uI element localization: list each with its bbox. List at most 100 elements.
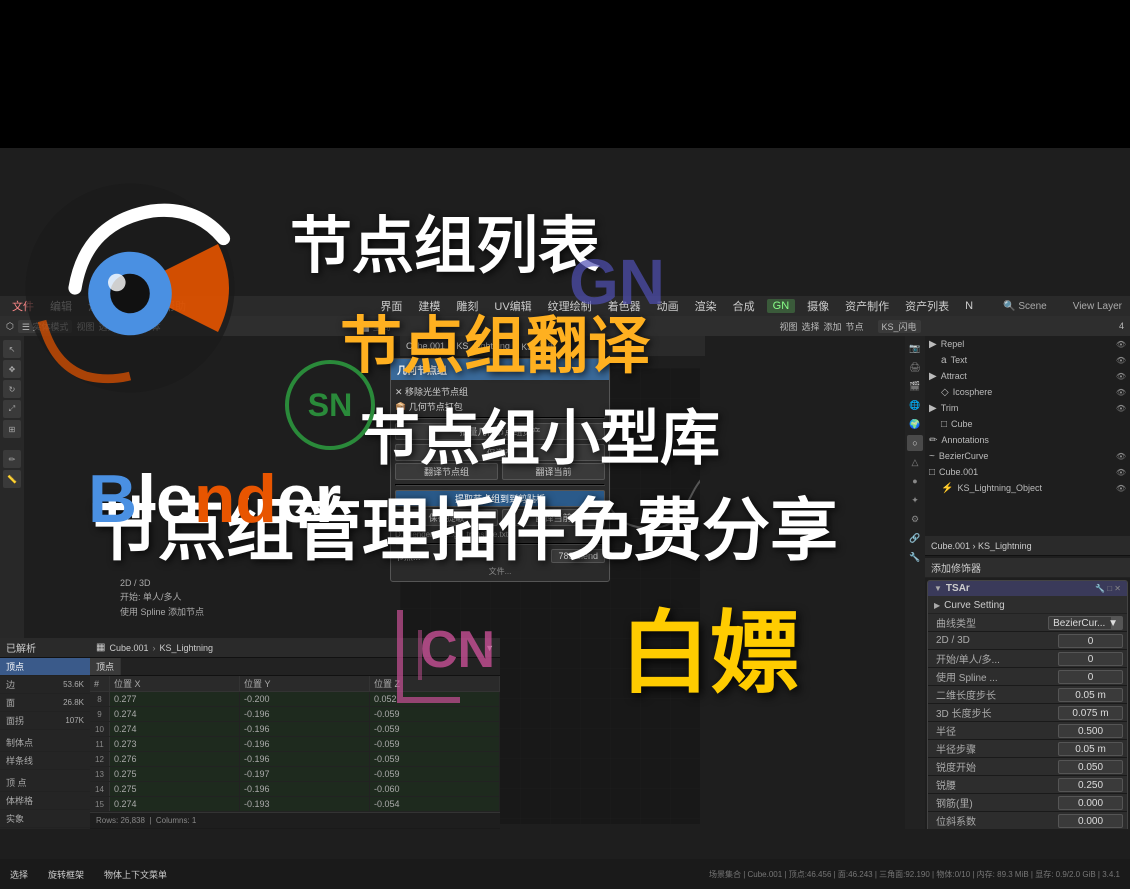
menu-composite[interactable]: 合成: [729, 298, 759, 314]
sidebar-annotate-icon[interactable]: ✏: [3, 450, 21, 468]
popup-translatecurrent2[interactable]: 翻译当前: [502, 509, 605, 526]
menu-shading[interactable]: 着色器: [604, 298, 645, 314]
menu-assetlist[interactable]: 资产列表: [901, 298, 953, 314]
ss-item-vert[interactable]: 顶点: [0, 658, 90, 676]
outliner-item-beziercurve[interactable]: ~BezierCurve 👁: [925, 448, 1130, 464]
val-spline[interactable]: 0: [1058, 670, 1123, 684]
cell-y: -0.197: [240, 767, 370, 781]
sidebar-transform-icon[interactable]: ⊞: [3, 420, 21, 438]
popup-row-save: 仅资产: [395, 443, 605, 462]
cell-y: -0.196: [240, 722, 370, 736]
status-transform[interactable]: 旋转框架: [48, 868, 84, 881]
status-select[interactable]: 选择: [10, 868, 28, 881]
prop-physics-icon[interactable]: ⚙: [907, 511, 923, 527]
prop-particles-icon[interactable]: ✦: [907, 492, 923, 508]
val-radius-step[interactable]: 0.05 m: [1058, 742, 1123, 756]
outliner-item-annotations[interactable]: ✏Annotations: [925, 432, 1130, 448]
val-start[interactable]: 0: [1058, 652, 1123, 666]
menu-ui[interactable]: 界面: [376, 298, 406, 314]
prop-world-icon[interactable]: 🌍: [907, 416, 923, 432]
prop-constraints-icon[interactable]: 🔗: [907, 530, 923, 546]
sidebar-move-icon[interactable]: ✥: [3, 360, 21, 378]
val-sharp-start[interactable]: 0.050: [1058, 760, 1123, 774]
popup-savecurrent[interactable]: 仅资产: [395, 444, 605, 461]
ss-item-voxtree[interactable]: 体桦格: [0, 792, 90, 810]
val-tilt[interactable]: 0.000: [1058, 814, 1123, 828]
val-curve-type[interactable]: BezierCur... ▼: [1048, 616, 1123, 630]
popup-batch[interactable]: 批量几何节点组资产: [395, 423, 605, 440]
popup-translate[interactable]: 翻译节点组: [395, 463, 498, 480]
val-2d-step[interactable]: 0.05 m: [1058, 688, 1123, 702]
popup-rows: 文件...: [395, 566, 605, 577]
properties-panel: Cube.001 › KS_Lightning 添加修饰器 ▼ TSAr 🔧 □…: [925, 536, 1130, 829]
ss-item-corner[interactable]: 面拐107K: [0, 712, 90, 730]
field-curve-type: 曲线类型 BezierCur... ▼: [928, 614, 1127, 632]
popup-extract[interactable]: 提取节点组到到剪贴板: [395, 490, 605, 507]
menu-asset[interactable]: 资产制作: [841, 298, 893, 314]
toolbar-icon1[interactable]: ⬡: [6, 321, 14, 332]
status-file[interactable]: 物体上下文菜单: [104, 868, 167, 881]
node-select[interactable]: 选择: [802, 320, 820, 333]
outliner-item-attract[interactable]: ▶Attract 👁: [925, 368, 1130, 384]
field-2d-step: 二维长度步长 0.05 m: [928, 686, 1127, 704]
menu-render2[interactable]: 渲染: [691, 298, 721, 314]
val-radius[interactable]: 0.500: [1058, 724, 1123, 738]
val-rebar[interactable]: 0.000: [1058, 796, 1123, 810]
view-icon1[interactable]: 4: [1119, 321, 1124, 331]
outliner-item-cube001[interactable]: □Cube.001 👁: [925, 464, 1130, 480]
node-group-popup: 几何节点组 ✕ 移除光坐节点组 📦 几何节点打包 批量几何节点组资产 仅资产 翻…: [390, 358, 610, 582]
sidebar-rotate-icon[interactable]: ↻: [3, 380, 21, 398]
prop-view-icon[interactable]: 🎬: [907, 378, 923, 394]
label-2d-step: 二维长度步长: [932, 687, 1058, 702]
outliner-item-ks-lightning[interactable]: ⚡KS_Lightning_Object 👁: [925, 480, 1130, 496]
outliner-item-repel[interactable]: ▶Repel 👁: [925, 336, 1130, 352]
val-sharp-waist[interactable]: 0.250: [1058, 778, 1123, 792]
node-add[interactable]: 添加: [824, 320, 842, 333]
row-num: 10: [90, 722, 110, 736]
outliner-item-icosphere[interactable]: ◇Icosphere 👁: [925, 384, 1130, 400]
sidebar-select-icon[interactable]: ↖: [3, 340, 21, 358]
popup-item-remove[interactable]: ✕ 移除光坐节点组: [395, 385, 468, 398]
popup-translatecurrent[interactable]: 翻译当前: [502, 463, 605, 480]
prop-material-icon[interactable]: ●: [907, 473, 923, 489]
menu-gn[interactable]: GN: [767, 299, 796, 313]
ss-item-point[interactable]: 顶 点: [0, 774, 90, 792]
prop-object-icon[interactable]: ○: [907, 435, 923, 451]
menu-sculpt[interactable]: 雕刻: [452, 298, 482, 314]
prop-output-icon[interactable]: 🖨: [907, 359, 923, 375]
val-2d3d[interactable]: 0: [1058, 634, 1123, 648]
cell-y: -0.196: [240, 752, 370, 766]
sidebar-scale-icon[interactable]: ⤢: [3, 400, 21, 418]
menu-uv[interactable]: UV编辑: [490, 298, 535, 314]
prop-modifier-icon[interactable]: 🔧: [907, 549, 923, 565]
label-curve-type: 曲线类型: [932, 615, 1048, 630]
popup-blend-val[interactable]: 789.blend: [551, 549, 605, 563]
outliner-item-cube[interactable]: □Cube: [925, 416, 1130, 432]
prop-mesh-icon[interactable]: △: [907, 454, 923, 470]
menu-camera[interactable]: 摄像: [803, 298, 833, 314]
ss-item-ctrlpoint[interactable]: 制体点: [0, 734, 90, 752]
prop-scene-icon[interactable]: 🌐: [907, 397, 923, 413]
ss-col-header: # 位置 X 位置 Y 位置 Z: [90, 676, 500, 692]
ss-item-edge[interactable]: 边53.6K: [0, 676, 90, 694]
ss-item-spline[interactable]: 样条线: [0, 752, 90, 770]
popup-save[interactable]: 保存提取: [395, 509, 498, 526]
menu-texture[interactable]: 纹理绘制: [544, 298, 596, 314]
sidebar-measure-icon[interactable]: 📏: [3, 470, 21, 488]
ss-item-face[interactable]: 面26.8K: [0, 694, 90, 712]
ss-tab-vert[interactable]: 顶点: [90, 658, 121, 675]
label-spline: 使用 Spline ...: [932, 669, 1058, 684]
ss-item-instance[interactable]: 实象: [0, 810, 90, 828]
ss-filter-icon[interactable]: ▼: [485, 643, 494, 653]
menu-animation[interactable]: 动画: [653, 298, 683, 314]
popup-item-pack[interactable]: 📦 几何节点打包: [395, 400, 463, 413]
menu-n[interactable]: N: [961, 300, 977, 312]
add-modifier-btn[interactable]: 添加修饰器: [925, 558, 1130, 578]
cell-z: -0.059: [370, 752, 500, 766]
val-3d-step[interactable]: 0.075 m: [1058, 706, 1123, 720]
menu-model[interactable]: 建模: [414, 298, 444, 314]
prop-render-icon[interactable]: 📷: [907, 340, 923, 356]
outliner-item-text[interactable]: aText 👁: [925, 352, 1130, 368]
top-black-bar: [0, 0, 1130, 148]
outliner-item-trim[interactable]: ▶Trim 👁: [925, 400, 1130, 416]
